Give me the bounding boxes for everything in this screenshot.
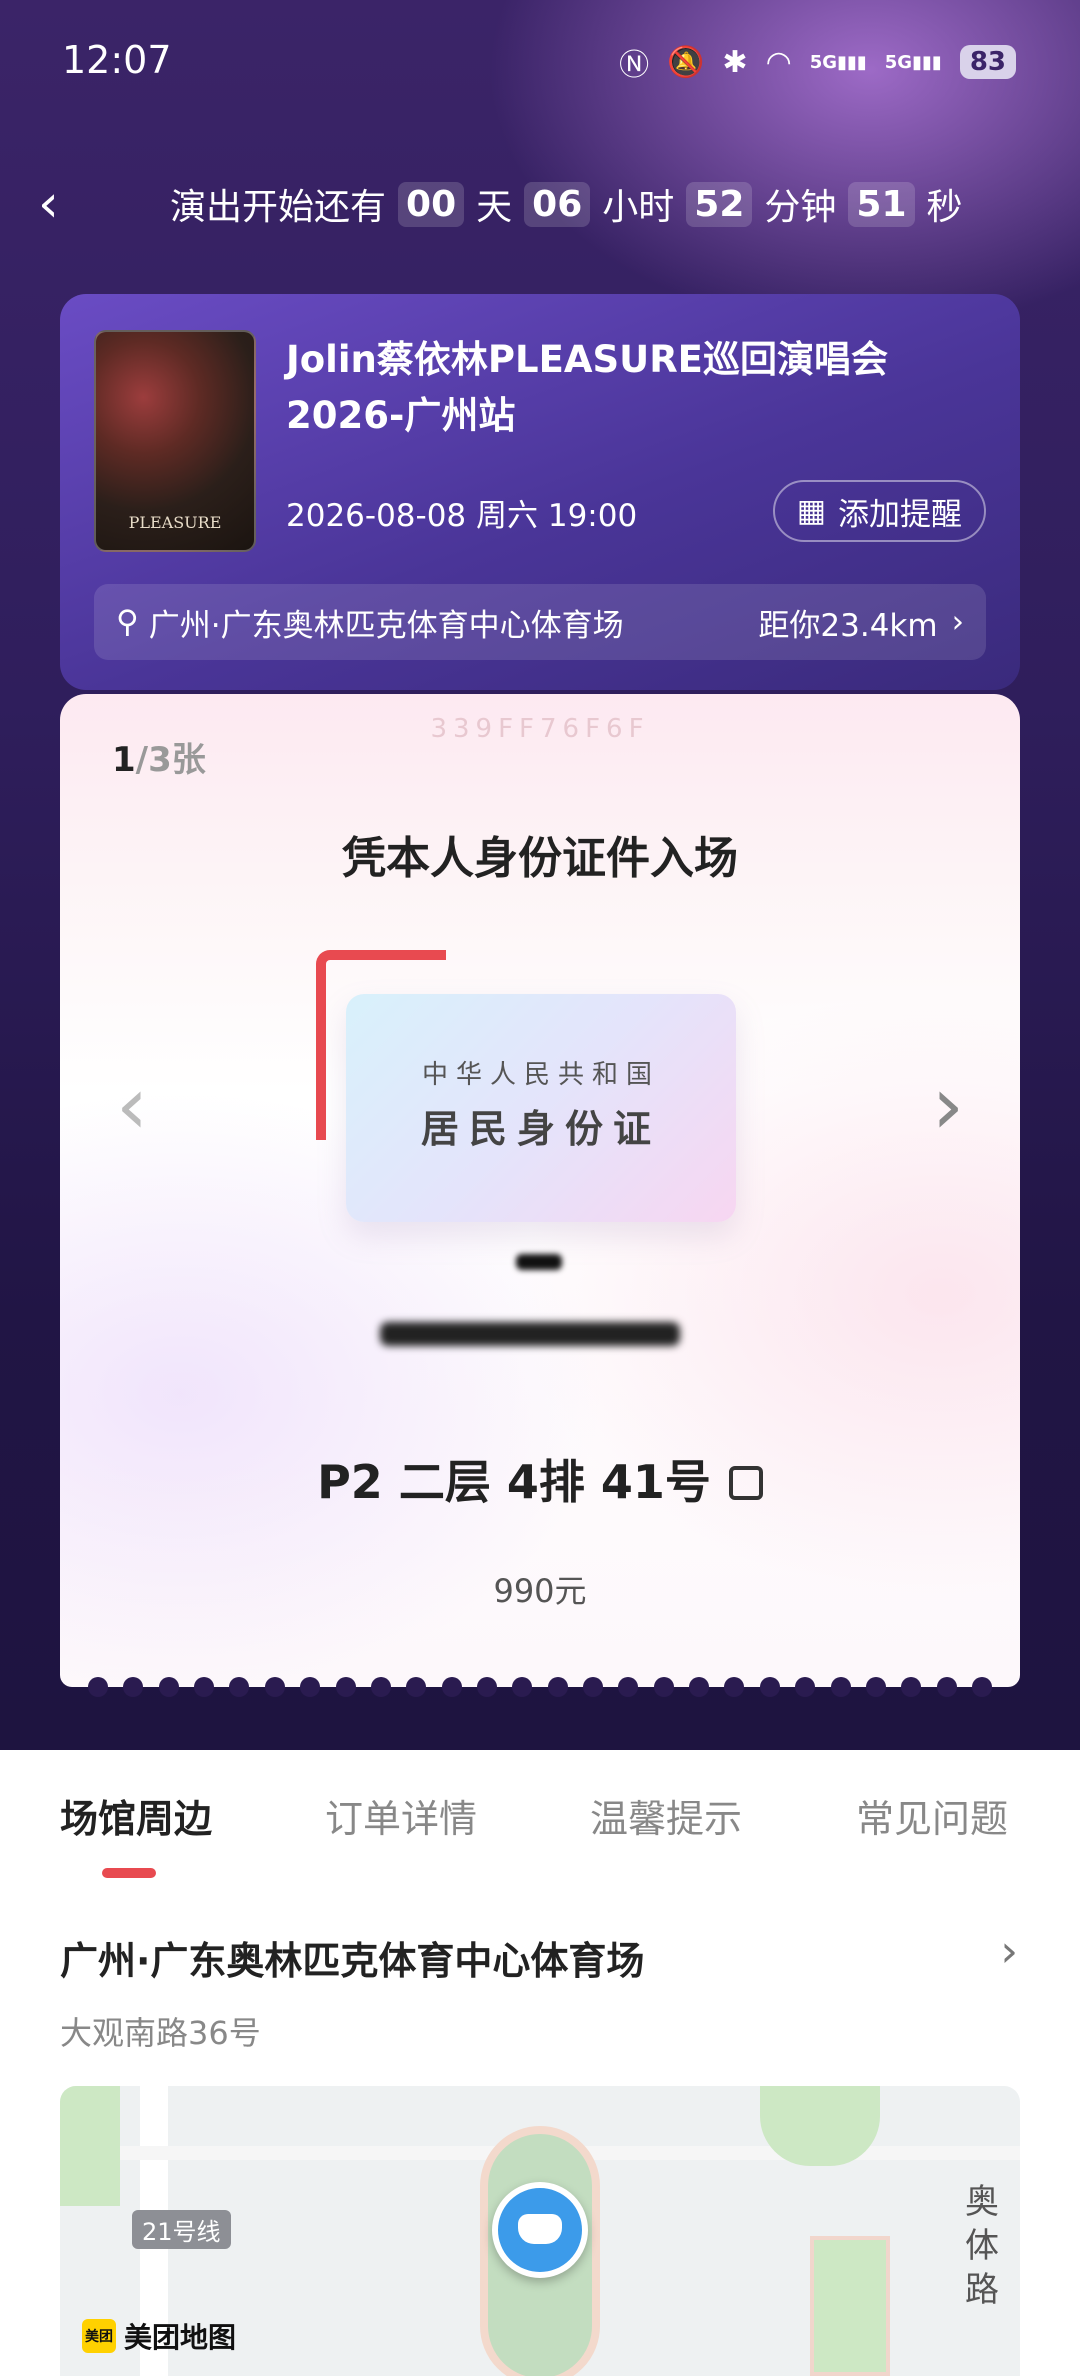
mute-icon: 🔕 [667,44,705,80]
status-bar: 12:07 Ⓝ 🔕 ✱ ◠ 5G▮▮▮ 5G▮▮▮ 83 [0,0,1080,110]
map-park [60,2086,120,2206]
countdown-minutes: 52 [686,181,753,227]
battery-indicator: 83 [959,45,1016,79]
status-icons: Ⓝ 🔕 ✱ ◠ 5G▮▮▮ 5G▮▮▮ 83 [619,40,1016,84]
road-label: 奥体路 [965,2182,999,2310]
blurred-name [516,1254,562,1270]
map-field [810,2236,890,2376]
map-provider: 美团 美团地图 [82,2316,236,2356]
ticket-total: /3张 [135,740,206,780]
active-tab-indicator [102,1868,156,1878]
chevron-right-icon[interactable]: › [1000,1926,1018,1977]
ticket-pager: 1/3张 [112,732,206,781]
ticket-card: 339FF76F6F 1/3张 凭本人身份证件入场 ‹ › 中华人民共和国 居民… [60,694,1020,1697]
ticket-current: 1 [112,740,136,780]
countdown: 演出开始还有 00 天 06 小时 52 分钟 51 秒 [170,178,963,230]
venue-location-row[interactable]: ⚲ 广州·广东奥林匹克体育中心体育场 距你23.4km › [94,584,986,660]
poster-text: PLEASURE [128,513,222,532]
blurred-id-number [380,1322,680,1346]
seat-text: P2 二层 4排 41号 [317,1455,711,1509]
venue-distance: 距你23.4km [758,607,938,644]
ticket-perforation [88,1677,992,1697]
signal-icon: 5G▮▮▮ [809,51,867,73]
ticket-price: 990元 [493,1572,587,1610]
location-pin-icon: ⚲ [116,604,139,640]
id-card-type: 居民身份证 [420,1107,661,1151]
countdown-hours-unit: 小时 [602,187,675,228]
seat-map-icon[interactable] [728,1466,763,1500]
venue-map[interactable]: 21号线 奥体路 美团 美团地图 [60,2086,1020,2376]
venue-name[interactable]: 广州·广东奥林匹克体育中心体育场 [60,1930,644,1985]
detail-tabs: 场馆周边 订单详情 温馨提示 常见问题 [0,1750,1080,1890]
venue-location-text: 广州·广东奥林匹克体育中心体育场 [148,607,624,644]
chevron-right-icon: › [951,604,964,640]
wifi-icon: ◠ [765,44,792,80]
tab-venue-surroundings[interactable]: 场馆周边 [60,1788,212,1843]
tab-faq[interactable]: 常见问题 [856,1788,1008,1843]
seat-info: P2 二层 4排 41号 [60,1446,1020,1512]
venue-pin-icon[interactable] [492,2182,588,2278]
countdown-prefix: 演出开始还有 [170,187,387,228]
calendar-icon: ▦ [796,493,826,529]
signal-icon-2: 5G▮▮▮ [884,51,942,73]
countdown-days: 00 [398,181,465,227]
header-background: 12:07 Ⓝ 🔕 ✱ ◠ 5G▮▮▮ 5G▮▮▮ 83 ‹ 演出开始还有 00… [0,0,1080,1750]
status-time: 12:07 [62,38,172,82]
tab-order-details[interactable]: 订单详情 [325,1788,477,1843]
next-ticket-icon[interactable]: › [932,1066,964,1146]
countdown-seconds: 51 [848,181,915,227]
metro-line-label: 21号线 [132,2210,231,2249]
back-arrow-icon[interactable]: ‹ [38,176,59,232]
nfc-icon: Ⓝ [619,48,650,83]
previous-ticket-icon[interactable]: ‹ [116,1066,148,1146]
tab-tips[interactable]: 温馨提示 [590,1788,742,1843]
countdown-minutes-unit: 分钟 [764,187,837,228]
venue-address: 大观南路36号 [60,2014,261,2052]
event-datetime: 2026-08-08 周六 19:00 [286,498,638,534]
event-poster[interactable]: PLEASURE [94,330,256,552]
countdown-bar: ‹ 演出开始还有 00 天 06 小时 52 分钟 51 秒 [0,170,1080,240]
entry-instruction: 凭本人身份证件入场 [342,833,738,884]
countdown-days-unit: 天 [476,187,513,228]
id-card-country: 中华人民共和国 [421,1060,660,1090]
countdown-hours: 06 [524,181,591,227]
event-card[interactable]: PLEASURE Jolin蔡依林PLEASURE巡回演唱会2026-广州站 2… [60,294,1020,690]
add-reminder-label: 添加提醒 [838,496,962,533]
map-park [760,2086,880,2166]
add-reminder-button[interactable]: ▦ 添加提醒 [772,480,986,542]
meituan-logo-icon: 美团 [82,2319,116,2353]
map-provider-name: 美团地图 [124,2321,237,2354]
event-title: Jolin蔡依林PLEASURE巡回演唱会2026-广州站 [286,338,888,437]
bluetooth-icon: ✱ [722,44,748,80]
id-card-image: 中华人民共和国 居民身份证 [346,994,736,1222]
countdown-seconds-unit: 秒 [926,187,963,228]
